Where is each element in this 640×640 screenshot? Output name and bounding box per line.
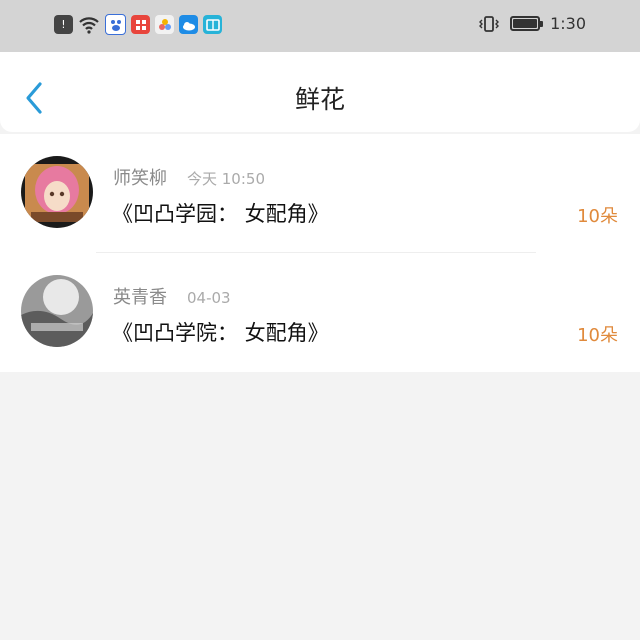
flower-count: 10朵 xyxy=(577,325,618,346)
sender-name: 英青香 xyxy=(113,287,167,308)
reader-app-icon xyxy=(203,15,222,34)
flower-count: 10朵 xyxy=(577,206,618,227)
list-item[interactable]: 英青香 04-03 《凹凸学院： 女配角》 10朵 xyxy=(0,253,640,372)
vibrate-icon xyxy=(478,15,500,33)
avatar[interactable] xyxy=(21,275,93,347)
baidu-app-icon xyxy=(105,14,126,35)
row-meta: 英青香 04-03 xyxy=(113,283,231,309)
gift-list: 师笑柳 今天 10:50 《凹凸学园： 女配角》 10朵 英青香 04-03 《… xyxy=(0,134,640,372)
gift-date: 04-03 xyxy=(187,289,231,307)
page-title: 鲜花 xyxy=(294,85,345,114)
clock-time: 1:30 xyxy=(550,14,586,33)
avatar[interactable] xyxy=(21,156,93,228)
row-meta: 师笑柳 今天 10:50 xyxy=(113,164,265,190)
alert-icon: ! xyxy=(54,15,73,34)
status-bar: ! 1:30 xyxy=(0,0,640,52)
battery-icon xyxy=(510,16,544,31)
book-title: 《凹凸学院： 女配角》 xyxy=(112,321,329,345)
gift-date: 今天 10:50 xyxy=(187,170,265,188)
status-left-icons: ! xyxy=(54,14,222,35)
nav-header: 鲜花 xyxy=(0,52,640,132)
status-right-icons: 1:30 xyxy=(478,14,586,33)
wifi-icon xyxy=(78,15,100,34)
app-red-icon xyxy=(131,15,150,34)
book-title: 《凹凸学园： 女配角》 xyxy=(112,202,329,226)
app-colorful-icon xyxy=(155,15,174,34)
sender-name: 师笑柳 xyxy=(113,168,167,189)
list-item[interactable]: 师笑柳 今天 10:50 《凹凸学园： 女配角》 10朵 xyxy=(0,134,640,253)
weather-app-icon xyxy=(179,15,198,34)
